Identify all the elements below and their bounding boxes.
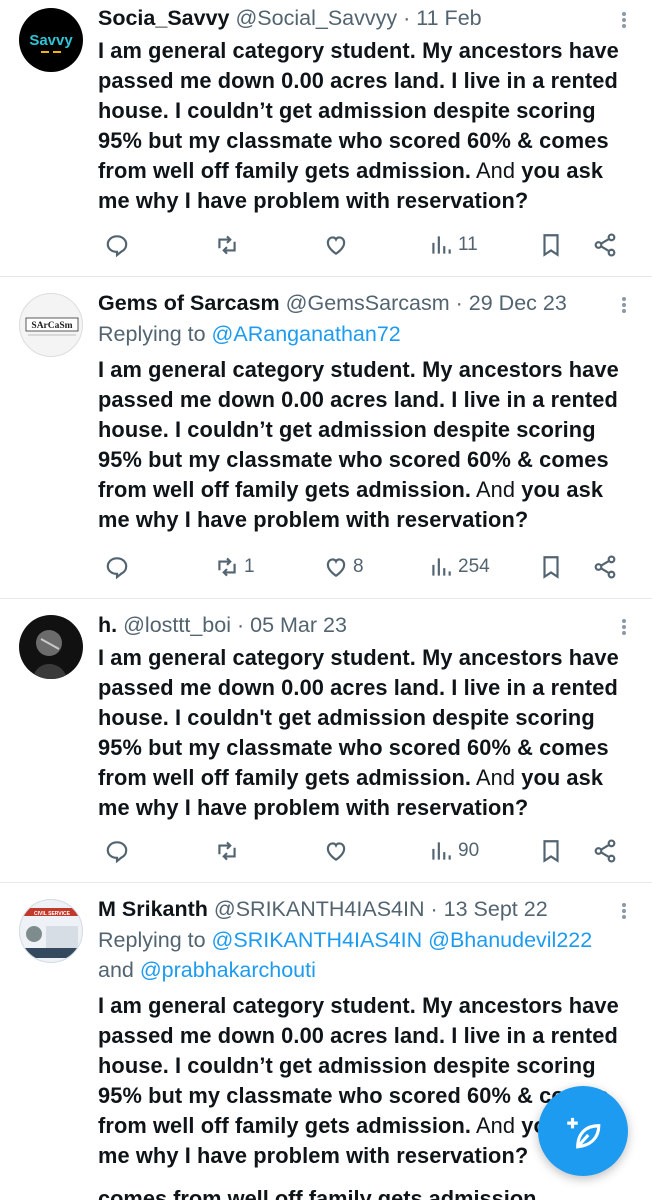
views-icon (432, 236, 451, 254)
tweet-date[interactable]: 29 Dec 23 (469, 291, 567, 315)
avatar-logo-text: CIVIL SERVICE (34, 911, 71, 917)
view-count: 90 (458, 840, 480, 861)
tweet-header: h. @losttt_boi · 05 Mar 23 (98, 609, 638, 641)
display-name[interactable]: Socia_Savvy (98, 6, 230, 30)
compose-icon (567, 1117, 601, 1149)
views-button[interactable]: 90 (428, 835, 479, 867)
share-button[interactable] (592, 835, 618, 867)
avatar-logo-text: SArCaSm (31, 321, 72, 331)
bookmark-button[interactable] (538, 835, 564, 867)
retweet-icon (218, 841, 236, 861)
like-icon (326, 558, 346, 577)
more-icon[interactable] (616, 901, 632, 921)
separator-dot: · (403, 6, 411, 30)
reply-icon (106, 235, 128, 258)
tweet-header: M Srikanth @SRIKANTH4IAS4IN · 13 Sept 22 (98, 893, 638, 925)
reply-button[interactable] (104, 835, 130, 867)
tweet[interactable]: SArCaSm Gems of Sarcasm @GemsSarcasm · 2… (0, 277, 652, 599)
replying-to: Replying to @SRIKANTH4IAS4IN @Bhanudevil… (98, 928, 593, 982)
reply-mention-link[interactable]: @SRIKANTH4IAS4IN @Bhanudevil222 (212, 928, 593, 952)
tweet[interactable]: h. @losttt_boi · 05 Mar 23 I am general … (0, 599, 652, 883)
retweet-count: 1 (244, 556, 255, 577)
like-button[interactable] (323, 229, 353, 261)
tweet-date[interactable]: 13 Sept 22 (444, 897, 548, 921)
views-button[interactable]: 254 (428, 551, 490, 583)
views-button[interactable]: 11 (428, 229, 478, 261)
display-name[interactable]: M Srikanth (98, 897, 208, 921)
bookmark-icon (543, 234, 559, 257)
user-handle[interactable]: @GemsSarcasm (286, 291, 450, 315)
user-handle[interactable]: @losttt_boi (123, 613, 231, 637)
separator-dot: · (455, 291, 463, 315)
share-icon (594, 555, 616, 579)
display-name[interactable]: h. (98, 613, 117, 637)
user-handle[interactable]: @SRIKANTH4IAS4IN (214, 897, 425, 921)
separator-dot: · (236, 613, 245, 637)
like-icon (326, 236, 346, 255)
retweet-button[interactable]: 1 (214, 551, 255, 583)
display-name[interactable]: Gems of Sarcasm (98, 291, 280, 315)
replying-to: Replying to @ARanganathan72 (98, 322, 401, 346)
tweet-header: Socia_Savvy @Social_Savvyy · 11 Feb (98, 2, 638, 34)
share-button[interactable] (592, 551, 618, 583)
share-icon (594, 839, 616, 863)
like-button[interactable]: 8 (323, 551, 364, 583)
avatar[interactable]: Savvy (19, 8, 83, 72)
reply-icon (106, 557, 128, 580)
tweet[interactable]: Savvy Socia_Savvy @Social_Savvyy · 11 Fe… (0, 0, 652, 277)
partially-visible-text: comes from well off family gets admissio… (98, 1186, 537, 1200)
compose-button[interactable] (538, 1086, 628, 1176)
more-icon[interactable] (616, 617, 632, 637)
reply-mention-link[interactable]: @ARanganathan72 (212, 322, 401, 346)
more-icon[interactable] (616, 295, 632, 315)
avatar[interactable]: SArCaSm (19, 293, 83, 357)
tweet-header: Gems of Sarcasm @GemsSarcasm · 29 Dec 23 (98, 287, 638, 319)
share-button[interactable] (592, 229, 618, 261)
tweet-text: I am general category student. My ancest… (98, 357, 619, 532)
reply-icon (106, 841, 128, 864)
avatar-logo-text: Savvy (29, 32, 73, 49)
views-icon (432, 558, 451, 576)
tweet-text: I am general category student. My ancest… (98, 645, 619, 820)
tweet-text: I am general category student. My ancest… (98, 38, 619, 213)
retweet-icon (218, 235, 236, 255)
retweet-button[interactable] (214, 835, 244, 867)
like-icon (326, 842, 346, 861)
reply-button[interactable] (104, 229, 130, 261)
views-icon (432, 842, 451, 860)
reply-mention-link[interactable]: @prabhakarchouti (140, 958, 316, 982)
avatar[interactable] (19, 615, 83, 679)
tweet-date[interactable]: 05 Mar 23 (250, 613, 347, 637)
bookmark-icon (543, 556, 559, 579)
separator-dot: · (430, 897, 438, 921)
view-count: 254 (458, 556, 490, 577)
user-handle[interactable]: @Social_Savvyy (235, 6, 397, 30)
tweet-date[interactable]: 11 Feb (416, 6, 481, 30)
bookmark-button[interactable] (538, 551, 564, 583)
reply-button[interactable] (104, 551, 130, 583)
like-button[interactable] (323, 835, 353, 867)
like-count: 8 (353, 556, 364, 577)
avatar[interactable]: CIVIL SERVICE (19, 899, 83, 963)
retweet-button[interactable] (214, 229, 244, 261)
share-icon (594, 233, 616, 257)
more-icon[interactable] (616, 10, 632, 30)
retweet-icon (218, 557, 236, 577)
bookmark-icon (543, 840, 559, 863)
bookmark-button[interactable] (538, 229, 564, 261)
